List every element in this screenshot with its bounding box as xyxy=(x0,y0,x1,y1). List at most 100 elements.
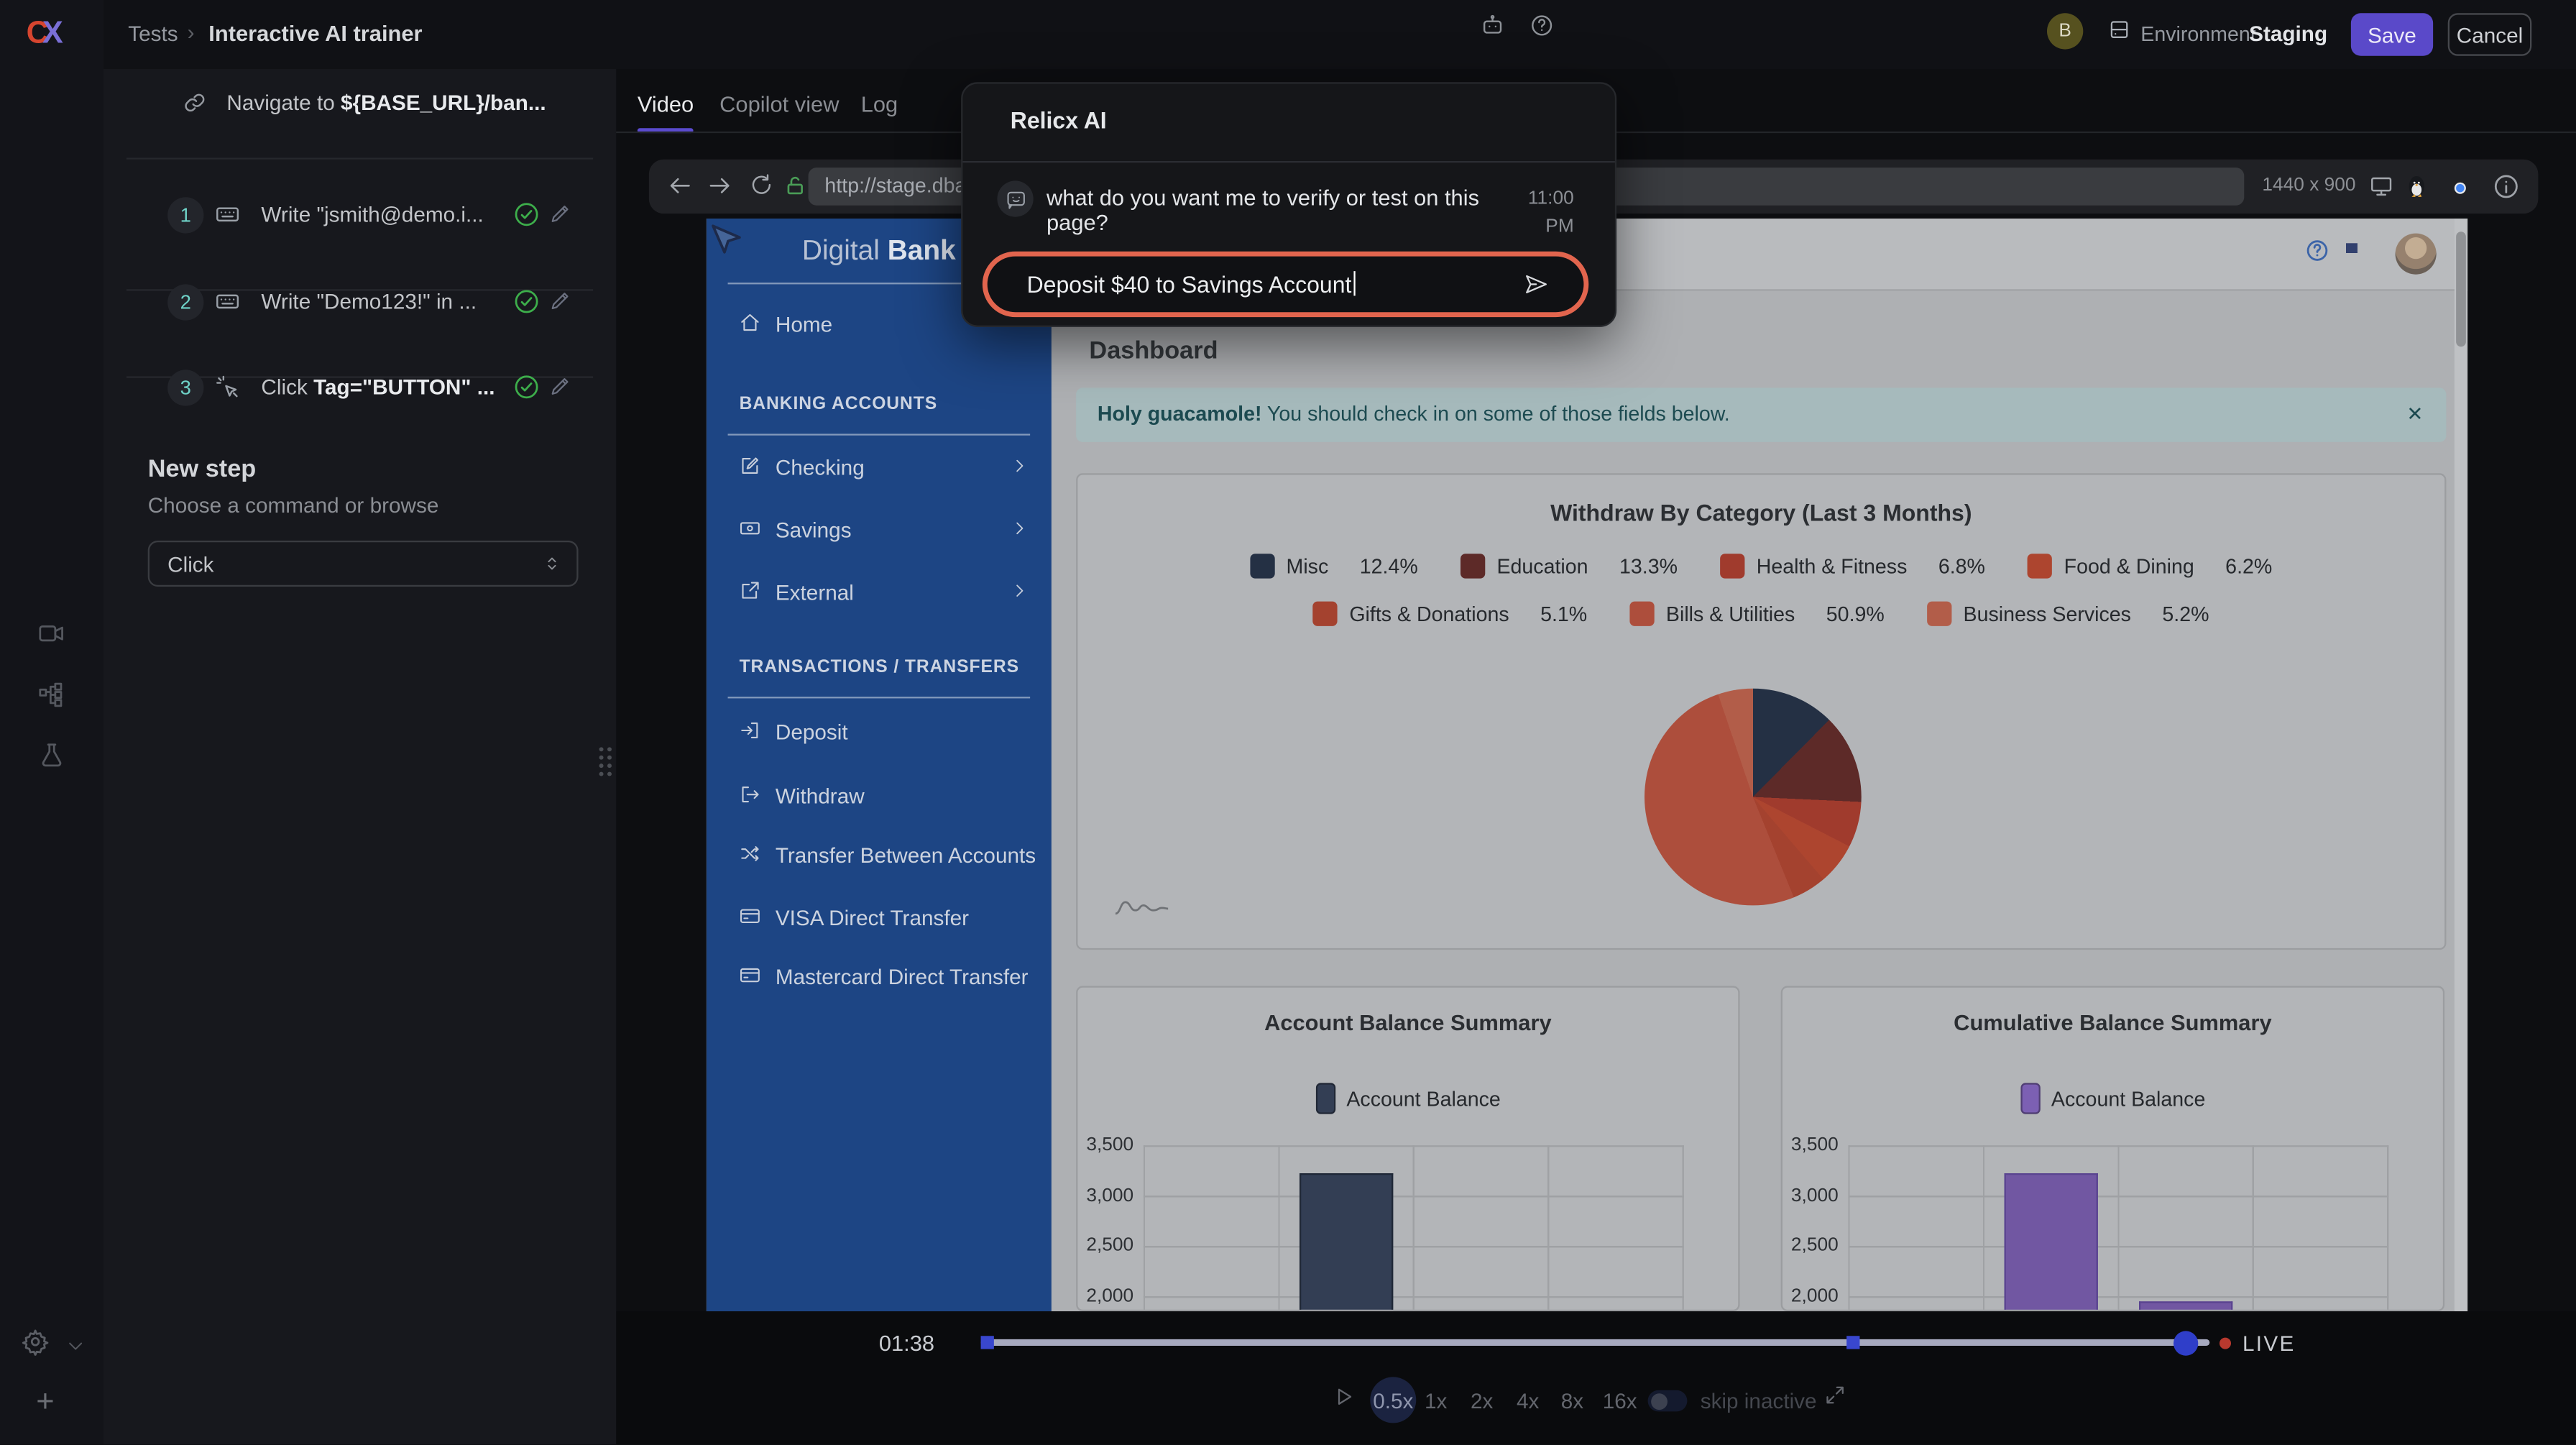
bank-nav-mastercard-transfer[interactable]: Mastercard Direct Transfer xyxy=(707,961,1052,994)
browser-reload-icon[interactable] xyxy=(749,173,773,197)
settings-gear-icon[interactable] xyxy=(22,1328,50,1356)
breadcrumb-tests[interactable]: Tests xyxy=(128,22,178,46)
panel-drag-handle[interactable] xyxy=(597,744,615,785)
step-row-3[interactable]: 3 Click Tag="BUTTON" ... xyxy=(104,367,616,426)
timeline-marker-start[interactable] xyxy=(981,1336,994,1349)
bank-help-icon[interactable] xyxy=(2305,238,2329,262)
fullscreen-icon[interactable] xyxy=(1823,1384,1846,1407)
bank-section-accounts: BANKING ACCOUNTS xyxy=(740,395,938,414)
timeline-marker-mid[interactable] xyxy=(1846,1336,1859,1349)
bank-nav-savings[interactable]: Savings xyxy=(707,514,1052,547)
legend-swatch xyxy=(2020,1083,2039,1114)
speed-8x[interactable]: 8x xyxy=(1561,1388,1583,1413)
bank-page-title: Dashboard xyxy=(1089,337,1218,365)
timeline-thumb[interactable] xyxy=(2174,1330,2198,1354)
robot-icon[interactable] xyxy=(1480,13,1504,37)
save-button[interactable]: Save xyxy=(2351,13,2433,55)
step-row-2[interactable]: 2 Write "Demo123!" in ... xyxy=(104,281,616,340)
page-scrollbar[interactable] xyxy=(2455,219,2467,1311)
edit-pencil-icon[interactable] xyxy=(548,289,571,312)
external-link-icon xyxy=(740,580,761,602)
bar-plot-area xyxy=(1848,1145,2388,1311)
edit-pencil-icon[interactable] xyxy=(548,375,571,398)
sparkline-icon xyxy=(1114,896,1170,925)
legend-swatch xyxy=(1460,554,1485,578)
edit-pencil-icon[interactable] xyxy=(548,202,571,225)
divider xyxy=(728,434,1031,435)
shuffle-icon xyxy=(740,843,761,865)
link-icon xyxy=(183,91,207,115)
send-icon[interactable] xyxy=(1523,271,1550,298)
sign-in-icon xyxy=(740,720,761,741)
ai-command-input[interactable]: Deposit $40 to Savings Account xyxy=(983,252,1588,317)
y-tick: 2,500 xyxy=(1077,1236,1133,1255)
browser-back-icon[interactable] xyxy=(667,173,694,199)
divider xyxy=(962,161,1614,162)
bar-plot-area xyxy=(1144,1145,1684,1311)
step-label: Click Tag="BUTTON" ... xyxy=(261,375,494,399)
bank-nav-transfer[interactable]: Transfer Between Accounts xyxy=(707,840,1052,873)
legend-item: Health & Fitness6.8% xyxy=(1720,554,1985,578)
bank-user-avatar[interactable] xyxy=(2396,234,2437,275)
user-avatar[interactable]: B xyxy=(2047,13,2083,49)
bank-nav-visa-transfer[interactable]: VISA Direct Transfer xyxy=(707,902,1052,935)
speed-2x[interactable]: 2x xyxy=(1471,1388,1493,1413)
message-timestamp: 11:00 PM xyxy=(1505,185,1574,242)
playback-time: 01:38 xyxy=(879,1331,934,1355)
money-bill-icon xyxy=(740,518,761,539)
add-icon[interactable]: + xyxy=(36,1385,54,1421)
divider xyxy=(126,157,593,159)
speed-0.5x[interactable]: 0.5x xyxy=(1373,1388,1413,1413)
skip-inactive-toggle[interactable] xyxy=(1648,1390,1688,1412)
bank-nav-external[interactable]: External xyxy=(707,577,1052,610)
browser-forward-icon[interactable] xyxy=(707,173,733,199)
credit-card-icon xyxy=(740,965,761,986)
video-camera-icon[interactable] xyxy=(38,620,66,648)
sign-out-icon xyxy=(740,784,761,805)
info-icon[interactable] xyxy=(2492,173,2520,201)
tab-log[interactable]: Log xyxy=(861,92,898,116)
viewport-resolution: 1440 x 900 xyxy=(2262,176,2355,196)
step-label: Write "Demo123!" in ... xyxy=(261,289,477,313)
select-arrows-icon xyxy=(542,554,561,573)
environment-label: Environment xyxy=(2140,23,2255,46)
app-root: CX + Tests › Interactive AI trainer B xyxy=(0,0,2576,1445)
bar-chart-title: Cumulative Balance Summary xyxy=(1782,1011,2443,1035)
legend-item: Account Balance xyxy=(2020,1083,2205,1114)
legend-item: Food & Dining6.2% xyxy=(2028,554,2272,578)
bank-nav-withdraw[interactable]: Withdraw xyxy=(707,781,1052,814)
legend-swatch xyxy=(1315,1083,1335,1114)
tab-video[interactable]: Video xyxy=(638,92,694,116)
step-navigate[interactable]: Navigate to ${BASE_URL}/ban... xyxy=(104,82,616,141)
ai-command-value: Deposit $40 to Savings Account xyxy=(1027,271,1356,298)
chevron-down-icon[interactable] xyxy=(65,1336,85,1355)
bank-nav-deposit[interactable]: Deposit xyxy=(707,717,1052,750)
legend-swatch xyxy=(1250,554,1274,578)
speed-16x[interactable]: 16x xyxy=(1603,1388,1637,1413)
speed-4x[interactable]: 4x xyxy=(1517,1388,1539,1413)
playback-bar: 01:38 LIVE 0.5x 1x 2x 4x 8x 16x skip ina… xyxy=(616,1311,2576,1445)
scrollbar-thumb[interactable] xyxy=(2456,231,2466,347)
step-row-1[interactable]: 1 Write "jsmith@demo.i... xyxy=(104,194,616,253)
keyboard-icon xyxy=(215,289,239,313)
pie-legend-row-1: Misc12.4% Education13.3% Health & Fitnes… xyxy=(1077,554,2444,578)
tab-copilot-view[interactable]: Copilot view xyxy=(719,92,839,116)
legend-item: Misc12.4% xyxy=(1250,554,1417,578)
alert-close-icon[interactable]: ✕ xyxy=(2406,403,2423,426)
cx-logo[interactable]: CX xyxy=(27,17,63,52)
timeline-track[interactable] xyxy=(981,1339,2210,1346)
credit-card-icon xyxy=(740,905,761,927)
play-icon[interactable] xyxy=(1333,1385,1356,1408)
flow-tree-icon[interactable] xyxy=(38,680,66,708)
monitor-icon[interactable] xyxy=(2369,174,2393,198)
bar-legend: Account Balance xyxy=(1782,1083,2443,1114)
y-tick: 2,000 xyxy=(1782,1287,1839,1306)
command-select[interactable]: Click xyxy=(148,541,579,587)
speed-1x[interactable]: 1x xyxy=(1425,1388,1447,1413)
flask-icon[interactable] xyxy=(38,741,66,769)
cancel-button[interactable]: Cancel xyxy=(2448,13,2532,55)
bank-nav-checking[interactable]: Checking xyxy=(707,452,1052,485)
environment-icon xyxy=(2108,18,2131,41)
step-label: Write "jsmith@demo.i... xyxy=(261,202,483,226)
help-icon[interactable] xyxy=(1530,13,1554,37)
